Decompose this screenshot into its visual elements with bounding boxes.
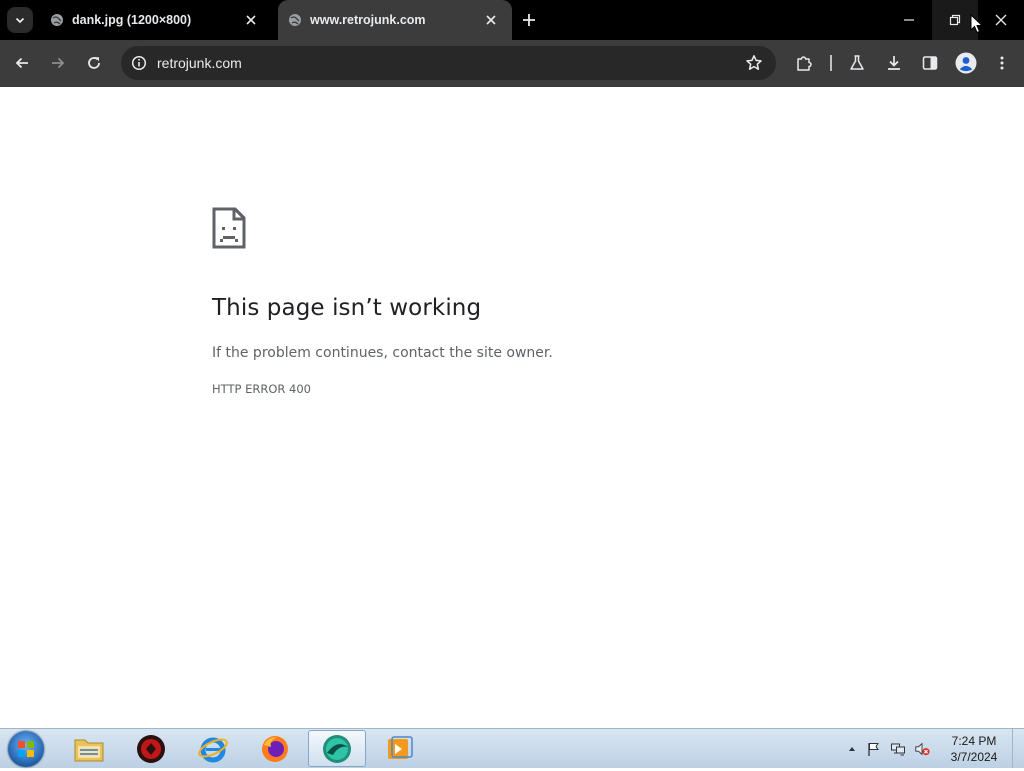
media-player-icon [388,735,413,759]
tray-overflow-button[interactable] [844,741,860,757]
globe-icon [51,14,63,26]
tray-network[interactable] [890,741,906,757]
star-icon [746,55,762,70]
side-panel-icon [922,56,938,70]
clock-date: 3/7/2024 [950,750,998,764]
side-panel-button[interactable] [919,52,941,74]
reload-icon [88,57,100,69]
taskbar-firefox[interactable] [246,730,304,767]
tray-action-center[interactable] [866,741,882,757]
taskbar-file-explorer[interactable] [60,730,118,767]
taskbar-clock[interactable]: 7:24 PM 3/7/2024 [944,733,1004,765]
toolbar-separator [830,55,832,71]
restore-icon [949,14,961,26]
chevron-down-icon [15,17,25,24]
tab-search-button[interactable] [7,7,33,33]
error-code: HTTP ERROR 400 [212,382,311,396]
browser-app-icon [323,734,351,763]
chevron-up-icon [849,747,855,751]
volume-muted-icon [915,742,930,756]
arrow-right-icon [52,57,65,69]
minimize-button[interactable] [886,0,932,40]
flag-icon [868,743,879,756]
tab-label: dank.jpg (1200×800) [72,13,192,27]
mouse-cursor-icon [970,14,984,34]
close-icon [995,14,1007,26]
minimize-icon [904,19,914,21]
plus-icon[interactable] [521,12,537,28]
sad-page-icon [212,207,246,249]
clock-time: 7:24 PM [951,734,997,748]
firefox-icon [262,735,288,762]
profile-button[interactable] [955,52,977,74]
avatar-icon [955,52,977,74]
globe-icon [289,14,301,26]
show-desktop-button[interactable] [1012,729,1024,768]
url-text[interactable]: retrojunk.com [157,55,242,71]
info-icon [131,55,147,71]
folder-icon [74,739,104,761]
page-title: This page isn’t working [212,295,482,321]
tab-retrojunk[interactable]: www.retrojunk.com [278,0,512,40]
browser-toolbar: retrojunk.com [0,40,1024,87]
site-info-button[interactable] [129,53,149,73]
taskbar-internet-explorer[interactable] [184,730,242,767]
app-badge-icon [137,734,165,763]
flask-icon [850,55,864,70]
taskbar-media-player[interactable] [370,730,428,767]
extensions-button[interactable] [793,52,815,74]
bookmark-button[interactable] [744,53,764,73]
start-button[interactable] [8,731,44,767]
tab-strip: dank.jpg (1200×800) www.retrojunk.com [0,0,1024,40]
windows-logo-icon [18,741,34,757]
labs-button[interactable] [846,52,868,74]
close-window-button[interactable] [978,0,1024,40]
forward-button[interactable] [47,52,69,74]
back-button[interactable] [11,52,33,74]
kebab-menu-icon [1000,56,1004,70]
tab-label: www.retrojunk.com [310,13,426,27]
taskbar-app-red[interactable] [122,730,180,767]
reload-button[interactable] [83,52,105,74]
download-icon [888,56,900,70]
internet-explorer-icon [198,737,228,762]
taskbar: 7:24 PM 3/7/2024 [0,728,1024,768]
browser-menu-button[interactable] [991,52,1013,74]
page-content: This page isn’t working If the problem c… [0,87,1024,728]
tray-volume[interactable] [914,741,930,757]
arrow-left-icon [15,57,28,69]
downloads-button[interactable] [883,52,905,74]
taskbar-chrome-active[interactable] [308,730,366,767]
address-bar[interactable]: retrojunk.com [121,46,776,80]
error-description: If the problem continues, contact the si… [212,345,553,361]
puzzle-icon [797,56,812,71]
network-icon [891,743,905,756]
tab-dank-jpg[interactable]: dank.jpg (1200×800) [40,0,272,40]
close-icon[interactable] [244,13,258,27]
close-icon[interactable] [484,13,498,27]
